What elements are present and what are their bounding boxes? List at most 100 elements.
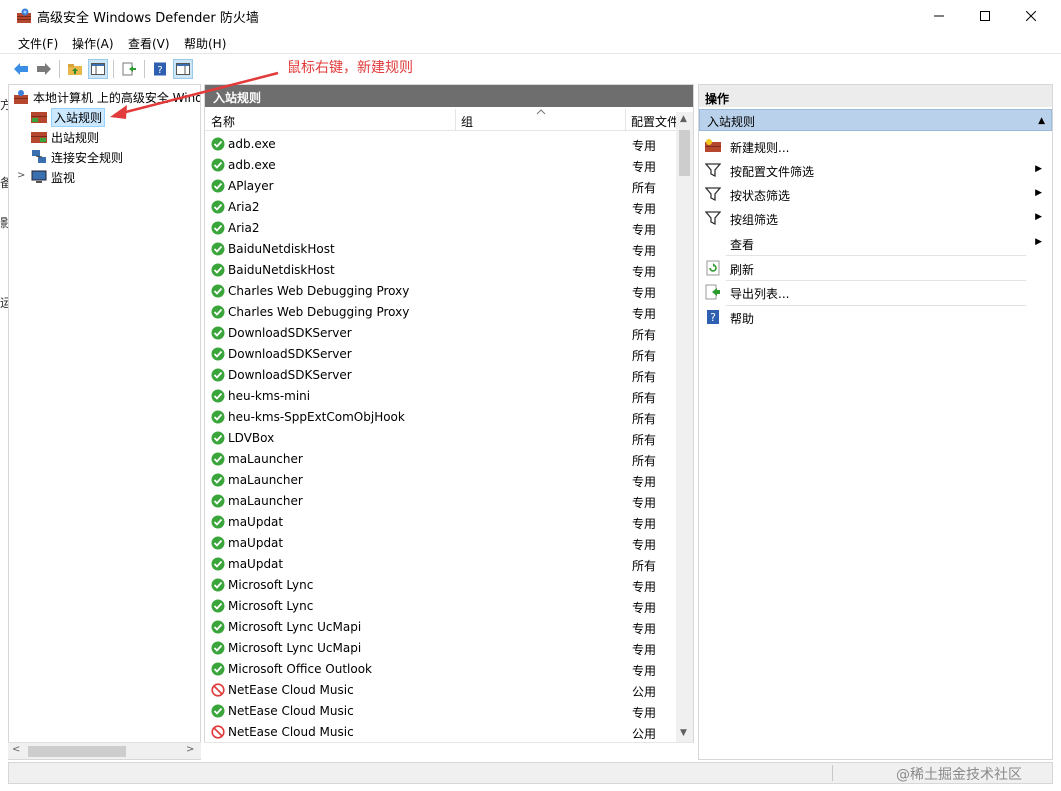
back-button[interactable] xyxy=(11,59,31,79)
inbound-rules-icon xyxy=(31,112,47,123)
rule-name: NetEase Cloud Music xyxy=(228,725,354,739)
actions-section-inbound[interactable]: 入站规则 ▲ xyxy=(699,109,1052,131)
scroll-up-icon[interactable]: ▲ xyxy=(680,114,687,124)
rule-name: Aria2 xyxy=(228,200,260,214)
show-tree-button[interactable] xyxy=(88,59,108,79)
table-row[interactable]: Microsoft Lync UcMapi 专用 xyxy=(205,617,675,638)
action-item[interactable]: 按配置文件筛选 ▶ xyxy=(699,158,1052,182)
table-row[interactable]: Microsoft Lync UcMapi 专用 xyxy=(205,638,675,659)
table-row[interactable]: NetEase Cloud Music 专用 xyxy=(205,701,675,722)
action-item[interactable]: 刷新 xyxy=(699,256,1052,280)
export-list-icon xyxy=(122,62,136,76)
column-separator[interactable] xyxy=(625,109,626,131)
action-label: 导出列表... xyxy=(730,287,790,301)
table-row[interactable]: DownloadSDKServer 所有 xyxy=(205,323,675,344)
table-row[interactable]: Charles Web Debugging Proxy 专用 xyxy=(205,281,675,302)
action-label: 帮助 xyxy=(730,312,755,326)
rule-name: BaiduNetdiskHost xyxy=(228,263,335,277)
table-row[interactable]: heu-kms-SppExtComObjHook 所有 xyxy=(205,407,675,428)
column-profile[interactable]: 配置文件 xyxy=(631,113,679,130)
rule-name: Microsoft Lync xyxy=(228,599,314,613)
submenu-arrow-icon: ▶ xyxy=(1035,188,1042,198)
table-row[interactable]: NetEase Cloud Music 公用 xyxy=(205,722,675,743)
tree-item-connection-security[interactable]: 连接安全规则 xyxy=(31,147,123,167)
minimize-button[interactable] xyxy=(916,0,962,31)
table-row[interactable]: adb.exe 专用 xyxy=(205,155,675,176)
table-row[interactable]: BaiduNetdiskHost 专用 xyxy=(205,260,675,281)
tree-item-outbound-rules[interactable]: 出站规则 xyxy=(31,127,99,147)
up-folder-button[interactable] xyxy=(65,59,85,79)
action-item[interactable]: 按组筛选 ▶ xyxy=(699,206,1052,230)
scrollbar-thumb[interactable] xyxy=(28,746,126,757)
rule-name: maUpdat xyxy=(228,515,284,529)
close-button[interactable] xyxy=(1008,0,1054,31)
action-item[interactable]: 导出列表... xyxy=(699,280,1052,304)
chevron-right-icon[interactable]: > xyxy=(17,170,25,181)
rule-profile: 所有 xyxy=(632,433,657,447)
table-row[interactable]: APlayer 所有 xyxy=(205,176,675,197)
table-row[interactable]: Microsoft Office Outlook 专用 xyxy=(205,659,675,680)
table-row[interactable]: Charles Web Debugging Proxy 专用 xyxy=(205,302,675,323)
table-row[interactable]: adb.exe 专用 xyxy=(205,134,675,155)
rule-name: Charles Web Debugging Proxy xyxy=(228,305,410,319)
column-group[interactable]: 组 xyxy=(461,113,473,130)
table-row[interactable]: Microsoft Lync 专用 xyxy=(205,596,675,617)
allow-check-icon xyxy=(211,242,225,256)
help-toolbar-button[interactable]: ? xyxy=(150,59,170,79)
allow-check-icon xyxy=(211,473,225,487)
svg-text:?: ? xyxy=(157,65,162,76)
table-row[interactable]: NetEase Cloud Music 公用 xyxy=(205,680,675,701)
tree-item-monitoring[interactable]: 监视 xyxy=(31,167,75,187)
forward-button[interactable] xyxy=(34,59,54,79)
scrollbar-thumb[interactable] xyxy=(679,130,690,176)
allow-check-icon xyxy=(211,662,225,676)
table-row[interactable]: DownloadSDKServer 所有 xyxy=(205,344,675,365)
table-row[interactable]: Aria2 专用 xyxy=(205,197,675,218)
tree-horizontal-scrollbar[interactable]: < > xyxy=(8,742,201,759)
rules-vertical-scrollbar[interactable]: ▲ ▼ xyxy=(676,112,693,742)
rule-profile: 专用 xyxy=(632,202,657,216)
rule-profile: 专用 xyxy=(632,286,657,300)
watermark: @稀土掘金技术社区 xyxy=(896,767,1022,783)
menu-help[interactable]: 帮助(H) xyxy=(184,35,226,52)
table-row[interactable]: DownloadSDKServer 所有 xyxy=(205,365,675,386)
table-row[interactable]: maUpdat 所有 xyxy=(205,554,675,575)
maximize-button[interactable] xyxy=(962,0,1008,31)
table-row[interactable]: maLauncher 专用 xyxy=(205,491,675,512)
table-row[interactable]: BaiduNetdiskHost 专用 xyxy=(205,239,675,260)
rule-name: maUpdat xyxy=(228,557,284,571)
table-row[interactable]: Microsoft Lync 专用 xyxy=(205,575,675,596)
scroll-left-icon[interactable]: < xyxy=(12,744,20,755)
action-item[interactable]: 查看 ▶ xyxy=(699,231,1052,255)
menu-file[interactable]: 文件(F) xyxy=(18,35,58,52)
action-item[interactable]: 新建规则... xyxy=(699,134,1052,158)
table-row[interactable]: Aria2 专用 xyxy=(205,218,675,239)
export-icon xyxy=(705,284,720,300)
rule-profile: 所有 xyxy=(632,349,657,363)
table-row[interactable]: maUpdat 专用 xyxy=(205,512,675,533)
export-button[interactable] xyxy=(119,59,139,79)
scroll-down-icon[interactable]: ▼ xyxy=(680,728,687,738)
rule-profile: 专用 xyxy=(632,244,657,258)
tree-root[interactable]: 本地计算机 上的高级安全 Windows xyxy=(13,87,200,107)
show-action-pane-button[interactable] xyxy=(173,59,193,79)
table-row[interactable]: maLauncher 专用 xyxy=(205,470,675,491)
allow-check-icon xyxy=(211,305,225,319)
forward-arrow-icon xyxy=(37,63,51,75)
table-row[interactable]: maUpdat 专用 xyxy=(205,533,675,554)
menu-action[interactable]: 操作(A) xyxy=(72,35,114,52)
rule-profile: 所有 xyxy=(632,391,657,405)
action-label: 刷新 xyxy=(730,263,755,277)
column-separator[interactable] xyxy=(455,109,456,131)
tree-item-inbound-rules[interactable]: 入站规则 xyxy=(31,107,106,127)
collapse-triangle-icon[interactable]: ▲ xyxy=(1038,116,1045,126)
table-row[interactable]: LDVBox 所有 xyxy=(205,428,675,449)
action-item[interactable]: ? 帮助 xyxy=(699,305,1052,329)
rule-profile: 所有 xyxy=(632,181,657,195)
table-row[interactable]: heu-kms-mini 所有 xyxy=(205,386,675,407)
action-item[interactable]: 按状态筛选 ▶ xyxy=(699,182,1052,206)
column-name[interactable]: 名称 xyxy=(211,113,235,130)
table-row[interactable]: maLauncher 所有 xyxy=(205,449,675,470)
scroll-right-icon[interactable]: > xyxy=(186,744,194,755)
menu-view[interactable]: 查看(V) xyxy=(128,35,170,52)
